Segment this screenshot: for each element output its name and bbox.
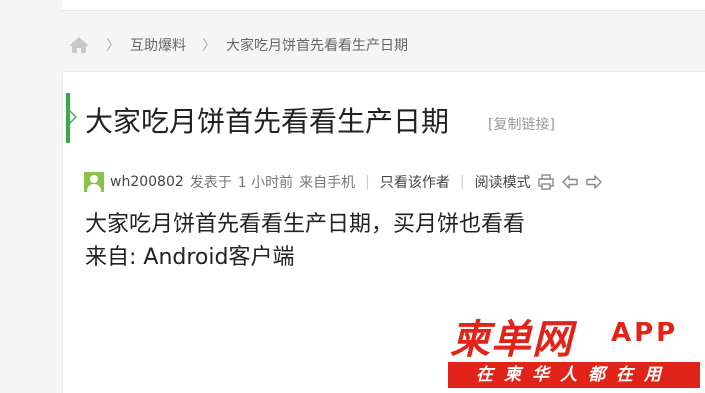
post-source-line: 来自: Android客户端 bbox=[85, 245, 295, 270]
post-meta: wh200802 发表于 1 小时前 来自手机 | 只看该作者 | 阅读模式 bbox=[84, 172, 603, 192]
meta-divider: | bbox=[459, 174, 465, 190]
prev-post-arrow-icon[interactable] bbox=[561, 173, 579, 191]
breadcrumb-item-forum[interactable]: 互助爆料 bbox=[130, 35, 186, 55]
breadcrumb: 〉 互助爆料 〉 大家吃月饼首先看看生产日期 bbox=[68, 34, 408, 56]
post-body-line: 大家吃月饼首先看看生产日期，买月饼也看看 bbox=[85, 212, 526, 237]
post-source: 来自手机 bbox=[299, 175, 356, 191]
avatar[interactable] bbox=[84, 172, 104, 192]
posted-label: 发表于 bbox=[189, 175, 232, 191]
breadcrumb-separator: 〉 bbox=[202, 38, 216, 54]
author-link[interactable]: wh200802 bbox=[110, 174, 184, 190]
breadcrumb-separator: 〉 bbox=[106, 38, 120, 54]
reading-mode-link[interactable]: 阅读模式 bbox=[475, 172, 531, 192]
copy-link-button[interactable]: [复制链接] bbox=[488, 114, 555, 134]
watermark-app: APP bbox=[611, 318, 679, 348]
top-bar bbox=[62, 0, 705, 11]
print-icon[interactable] bbox=[537, 173, 555, 191]
post-time: 1 小时前 bbox=[237, 175, 294, 191]
post-card: 大家吃月饼首先看看生产日期 [复制链接] wh200802 发表于 1 小时前 … bbox=[62, 71, 705, 393]
next-post-arrow-icon[interactable] bbox=[585, 173, 603, 191]
meta-divider: | bbox=[365, 174, 370, 190]
watermark-slogan: 在柬华人都在用 bbox=[448, 362, 700, 388]
home-icon[interactable] bbox=[68, 36, 90, 54]
only-author-link[interactable]: 只看该作者 bbox=[380, 172, 450, 192]
breadcrumb-item-current[interactable]: 大家吃月饼首先看看生产日期 bbox=[226, 35, 408, 55]
post-title: 大家吃月饼首先看看生产日期 bbox=[85, 105, 450, 138]
watermark-brand: 柬单网 bbox=[450, 317, 573, 363]
post-body: 大家吃月饼首先看看生产日期，买月饼也看看 来自: Android客户端 bbox=[85, 208, 525, 274]
